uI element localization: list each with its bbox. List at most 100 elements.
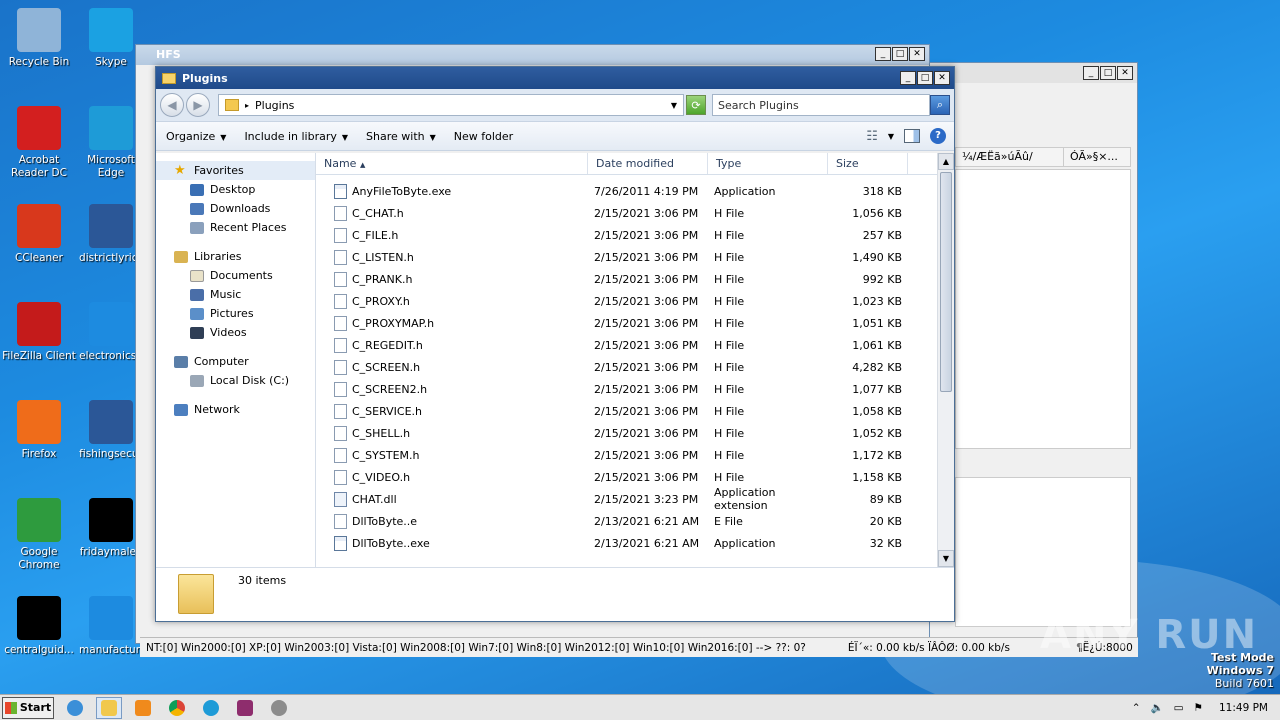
share-with-button[interactable]: Share with ▼	[366, 130, 436, 143]
preview-pane-icon[interactable]	[904, 129, 920, 143]
nav-documents[interactable]: Documents	[156, 266, 315, 285]
nav-local-disk[interactable]: Local Disk (C:)	[156, 371, 315, 390]
taskbar-ie[interactable]	[62, 697, 88, 719]
file-row[interactable]: C_SYSTEM.h 2/15/2021 3:06 PM H File 1,172 K…	[316, 444, 937, 466]
file-type: Application	[714, 536, 776, 550]
file-row[interactable]: DllToByte..e 2/13/2021 6:21 AM E File 20 KB	[316, 510, 937, 532]
view-options-icon[interactable]: ☷	[866, 129, 878, 144]
column-type[interactable]: Type	[708, 153, 828, 174]
explorer-titlebar[interactable]: Plugins	[156, 67, 954, 89]
start-button[interactable]: Start	[2, 696, 54, 719]
nav-pictures[interactable]: Pictures	[156, 304, 315, 323]
explorer-window-controls[interactable]: _ □ ✕	[900, 71, 950, 85]
minimize-button[interactable]: _	[1083, 66, 1099, 80]
hfs-window-controls[interactable]: _ □ ✕	[875, 47, 925, 61]
test-mode-watermark: Test Mode Windows 7 Build 7601	[1206, 651, 1274, 690]
nav-network[interactable]: Network	[156, 400, 315, 419]
taskbar-edge[interactable]	[198, 697, 224, 719]
tray-expand-icon[interactable]: ⌃	[1132, 702, 1141, 714]
search-input[interactable]: Search Plugins	[712, 94, 930, 116]
forward-button[interactable]: ▶	[186, 93, 210, 117]
nav-music[interactable]: Music	[156, 285, 315, 304]
chevron-down-icon[interactable]: ▼	[671, 101, 677, 110]
file-icon	[334, 447, 347, 463]
file-name: DllToByte..exe	[352, 536, 430, 550]
acrobat-icon	[17, 106, 61, 150]
close-button[interactable]: ✕	[934, 71, 950, 85]
file-row[interactable]: C_PROXYMAP.h 2/15/2021 3:06 PM H File 1,051…	[316, 312, 937, 334]
desktop-icon-item[interactable]: Recycle Bin	[2, 8, 76, 69]
address-bar[interactable]: ▸ Plugins ▼	[218, 94, 684, 116]
organize-button[interactable]: Organize ▼	[166, 130, 226, 143]
desktop-icon-item[interactable]: Google Chrome	[2, 498, 76, 572]
taskbar-hfs[interactable]	[266, 697, 292, 719]
search-icon[interactable]: ⌕	[930, 95, 950, 115]
file-type: Application	[714, 184, 776, 198]
explorer-body: ★ Favorites Desktop Downloads Recent Plac…	[156, 153, 954, 567]
nav-downloads[interactable]: Downloads	[156, 199, 315, 218]
nav-videos[interactable]: Videos	[156, 323, 315, 342]
refresh-button[interactable]: ⟳	[686, 95, 706, 115]
file-row[interactable]: C_LISTEN.h 2/15/2021 3:06 PM H File 1,490 K…	[316, 246, 937, 268]
close-button[interactable]: ✕	[1117, 66, 1133, 80]
nav-libraries[interactable]: Libraries	[156, 247, 315, 266]
word-doc-icon	[89, 204, 133, 248]
help-icon[interactable]: ?	[930, 128, 946, 144]
maximize-button[interactable]: □	[1100, 66, 1116, 80]
network-tray-icon[interactable]: ▭	[1174, 702, 1184, 714]
scroll-down-arrow[interactable]: ▼	[938, 550, 954, 567]
vertical-scrollbar[interactable]: ▲ ▼	[937, 153, 954, 567]
column-size[interactable]: Size	[828, 153, 908, 174]
file-row[interactable]: C_SHELL.h 2/15/2021 3:06 PM H File 1,052 KB	[316, 422, 937, 444]
chevron-down-icon[interactable]: ▼	[888, 132, 894, 141]
nav-computer[interactable]: Computer	[156, 352, 315, 371]
file-row[interactable]: C_SCREEN2.h 2/15/2021 3:06 PM H File 1,077 …	[316, 378, 937, 400]
desktop-icon-item[interactable]: centralguid...	[2, 596, 76, 657]
clock[interactable]: 11:49 PM	[1219, 702, 1268, 714]
scroll-up-arrow[interactable]: ▲	[938, 153, 954, 170]
hard-disk-icon	[190, 374, 204, 387]
hfs-right-controls[interactable]: _ □ ✕	[1083, 66, 1133, 80]
hfs-col-1[interactable]: ¼/ÆËã»úÃû/±¸×¢	[956, 148, 1064, 181]
minimize-button[interactable]: _	[900, 71, 916, 85]
nav-desktop[interactable]: Desktop	[156, 180, 315, 199]
file-row[interactable]: C_PRANK.h 2/15/2021 3:06 PM H File 992 KB	[316, 268, 937, 290]
new-folder-button[interactable]: New folder	[454, 130, 513, 143]
file-row[interactable]: C_PROXY.h 2/15/2021 3:06 PM H File 1,023 KB	[316, 290, 937, 312]
desktop-icon-item[interactable]: Acrobat Reader DC	[2, 106, 76, 180]
file-row[interactable]: C_CHAT.h 2/15/2021 3:06 PM H File 1,056 KB	[316, 202, 937, 224]
action-center-icon[interactable]: ⚑	[1194, 702, 1203, 714]
file-row[interactable]: C_REGEDIT.h 2/15/2021 3:06 PM H File 1,061 …	[316, 334, 937, 356]
include-in-library-button[interactable]: Include in library ▼	[244, 130, 348, 143]
file-row[interactable]: CHAT.dll 2/15/2021 3:23 PM Application ext…	[316, 486, 937, 512]
column-name[interactable]: Name ▲	[316, 153, 588, 174]
desktop-icon-item[interactable]: Firefox	[2, 400, 76, 461]
minimize-button[interactable]: _	[875, 47, 891, 61]
file-type: H File	[714, 360, 745, 374]
file-row[interactable]: C_SERVICE.h 2/15/2021 3:06 PM H File 1,058 …	[316, 400, 937, 422]
taskbar-explorer[interactable]	[96, 696, 122, 719]
chevron-right-icon[interactable]: ▸	[245, 101, 249, 110]
file-row[interactable]: AnyFileToByte.exe 7/26/2011 4:19 PM Applic…	[316, 180, 937, 202]
file-row[interactable]: DllToByte..exe 2/13/2021 6:21 AM Applicati…	[316, 532, 937, 554]
volume-icon[interactable]: 🔈	[1151, 701, 1164, 714]
explorer-window[interactable]: Plugins _ □ ✕ ◀ ▶ ▸ Plugins ▼ ⟳ Search Plu…	[155, 66, 955, 622]
maximize-button[interactable]: □	[892, 47, 908, 61]
taskbar-winrar[interactable]	[232, 697, 258, 719]
hfs-titlebar[interactable]: HFS	[136, 45, 929, 65]
file-row[interactable]: C_SCREEN.h 2/15/2021 3:06 PM H File 4,282 K…	[316, 356, 937, 378]
column-date-modified[interactable]: Date modified	[588, 153, 708, 174]
taskbar-chrome[interactable]	[164, 697, 190, 719]
nav-favorites[interactable]: ★ Favorites	[156, 161, 315, 180]
close-button[interactable]: ✕	[909, 47, 925, 61]
back-button[interactable]: ◀	[160, 93, 184, 117]
scroll-thumb[interactable]	[940, 172, 952, 392]
desktop-icon-item[interactable]: CCleaner	[2, 204, 76, 265]
hfs-col-2[interactable]: ÓÃ»§×...	[1064, 148, 1118, 166]
file-row[interactable]: C_VIDEO.h 2/15/2021 3:06 PM H File 1,158 KB	[316, 466, 937, 488]
taskbar-media-player[interactable]	[130, 697, 156, 719]
nav-recent-places[interactable]: Recent Places	[156, 218, 315, 237]
desktop-icon-item[interactable]: FileZilla Client	[2, 302, 76, 363]
file-row[interactable]: C_FILE.h 2/15/2021 3:06 PM H File 257 KB	[316, 224, 937, 246]
maximize-button[interactable]: □	[917, 71, 933, 85]
